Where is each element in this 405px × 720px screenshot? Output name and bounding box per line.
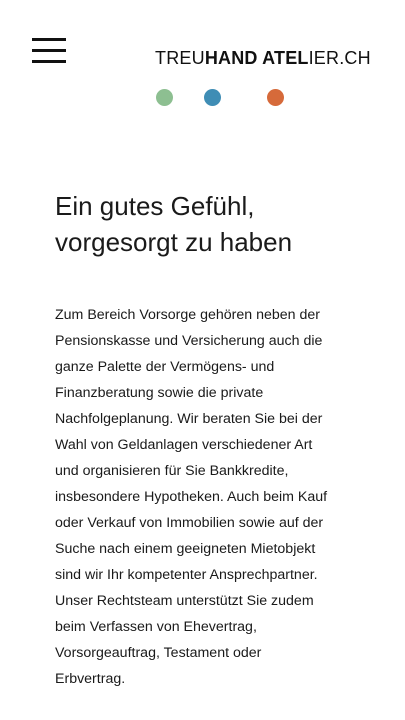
body-line: Erbvertrag. [55, 671, 126, 687]
site-logo[interactable]: TREUHAND ATELIER.CH [155, 47, 377, 69]
menu-bar-bottom [32, 60, 66, 63]
logo-part-1: TREU [155, 48, 205, 68]
body-line: Nachfolgeplanung. Wir beraten Sie bei de… [55, 411, 323, 427]
body-line: Finanzberatung sowie die private [55, 385, 264, 401]
logo-part-2: HAND ATEL [204, 48, 309, 68]
menu-bar-top [32, 38, 66, 41]
brand-dots [0, 89, 405, 106]
body-paragraph: Zum Bereich Vorsorge gehören neben der P… [55, 302, 360, 692]
body-line: Suche nach einem geeigneten Mietobjekt [55, 541, 316, 557]
page-title: Ein gutes Gefühl, vorgesorgt zu haben [55, 188, 375, 260]
body-line: Unser Rechtsteam unterstützt Sie zudem [55, 593, 314, 609]
body-line: Zum Bereich Vorsorge gehören neben der [55, 307, 320, 323]
body-line: sind wir Ihr kompetenter Ansprechpartner… [55, 567, 318, 583]
body-line: beim Verfassen von Ehevertrag, [55, 619, 257, 635]
blue-dot [204, 89, 221, 106]
body-line: und organisieren für Sie Bankkredite, [55, 463, 289, 479]
page: TREUHAND ATELIER.CH Ein gutes Gefühl, vor… [0, 0, 405, 720]
body-line: insbesondere Hypotheken. Auch beim Kauf [55, 489, 328, 505]
body-line: Wahl von Geldanlagen verschiedener Art [55, 437, 313, 453]
body-line: Vorsorgeauftrag, Testament oder [55, 645, 262, 661]
body-line: oder Verkauf von Immobilien sowie auf de… [55, 515, 324, 531]
hamburger-menu-icon[interactable] [32, 36, 66, 66]
page-title-line-1: Ein gutes Gefühl, [55, 191, 255, 221]
page-title-line-2: vorgesorgt zu haben [55, 227, 293, 257]
body-line: Pensionskasse und Versicherung auch die [55, 333, 323, 349]
orange-dot [267, 89, 284, 106]
menu-bar-middle [32, 49, 66, 52]
green-dot [156, 89, 173, 106]
logo-part-3: IER.CH [308, 48, 371, 68]
body-line: ganze Palette der Vermögens- und [55, 359, 275, 375]
